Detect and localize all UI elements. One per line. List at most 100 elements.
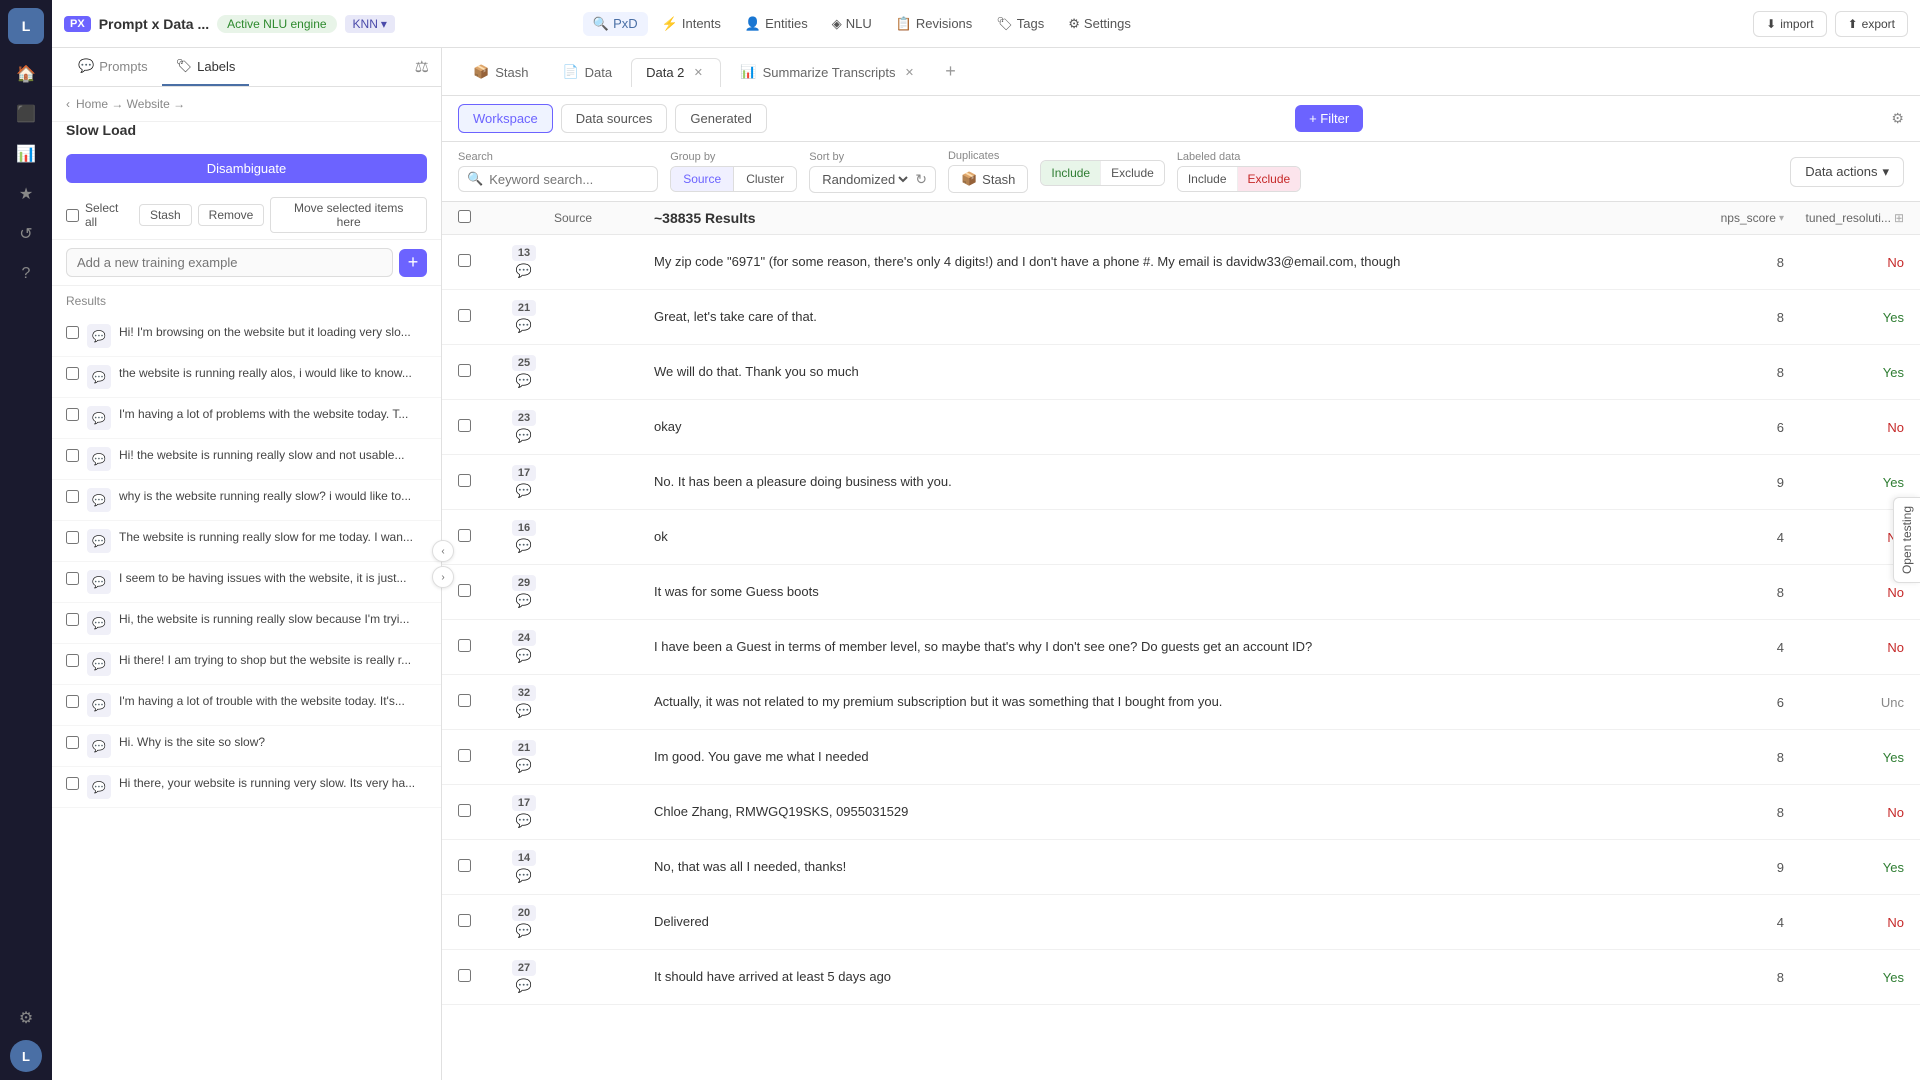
table-row[interactable]: 27💬 It should have arrived at least 5 da… bbox=[442, 950, 1920, 1005]
list-item[interactable]: 💬 why is the website running really slow… bbox=[52, 480, 441, 521]
list-item[interactable]: 💬 I seem to be having issues with the we… bbox=[52, 562, 441, 603]
nav-btn-settings[interactable]: ⚙ Settings bbox=[1058, 12, 1141, 36]
remove-btn-sm[interactable]: Remove bbox=[198, 204, 265, 226]
import-btn[interactable]: ⬇ import bbox=[1753, 11, 1826, 37]
view-options-icon[interactable]: ⚙ bbox=[1891, 110, 1904, 127]
move-selected-btn[interactable]: Move selected items here bbox=[270, 197, 427, 233]
list-item-checkbox[interactable] bbox=[66, 490, 79, 503]
tab-labels[interactable]: 🏷 Labels bbox=[162, 48, 250, 86]
list-item-checkbox[interactable] bbox=[66, 408, 79, 421]
table-select-all-checkbox[interactable] bbox=[458, 210, 471, 223]
list-item[interactable]: 💬 Hi there! I am trying to shop but the … bbox=[52, 644, 441, 685]
row-checkbox[interactable] bbox=[458, 804, 471, 817]
list-item-checkbox[interactable] bbox=[66, 777, 79, 790]
table-row[interactable]: 23💬 okay 6 No bbox=[442, 400, 1920, 455]
list-item[interactable]: 💬 Hi! the website is running really slow… bbox=[52, 439, 441, 480]
data-actions-btn[interactable]: Data actions ▾ bbox=[1790, 157, 1904, 187]
row-checkbox[interactable] bbox=[458, 364, 471, 377]
nps-column-header[interactable]: nps_score ▾ bbox=[1684, 211, 1784, 225]
tab-add-btn[interactable]: + bbox=[937, 58, 965, 86]
row-checkbox[interactable] bbox=[458, 694, 471, 707]
sort-refresh-icon[interactable]: ↻ bbox=[915, 171, 927, 188]
tab-data2-close[interactable]: ✕ bbox=[690, 65, 706, 81]
row-checkbox[interactable] bbox=[458, 419, 471, 432]
tab-data2[interactable]: Data 2 ✕ bbox=[631, 58, 721, 87]
nav-icon-chart[interactable]: 📊 bbox=[8, 136, 44, 172]
app-logo[interactable]: L bbox=[8, 8, 44, 44]
table-row[interactable]: 14💬 No, that was all I needed, thanks! 9… bbox=[442, 840, 1920, 895]
table-row[interactable]: 17💬 Chloe Zhang, RMWGQ19SKS, 0955031529 … bbox=[442, 785, 1920, 840]
list-item-checkbox[interactable] bbox=[66, 326, 79, 339]
list-item[interactable]: 💬 Hi. Why is the site so slow? bbox=[52, 726, 441, 767]
nav-icon-home[interactable]: 🏠 bbox=[8, 56, 44, 92]
nav-icon-star[interactable]: ★ bbox=[8, 176, 44, 212]
list-item[interactable]: 💬 The website is running really slow for… bbox=[52, 521, 441, 562]
row-checkbox[interactable] bbox=[458, 859, 471, 872]
sort-select[interactable]: Randomized bbox=[818, 171, 911, 188]
tab-stash[interactable]: 📦 Stash bbox=[458, 57, 543, 86]
filter-btn[interactable]: + Filter bbox=[1295, 105, 1363, 132]
nav-btn-entities[interactable]: 👤 Entities bbox=[735, 12, 818, 36]
tab-data[interactable]: 📄 Data bbox=[547, 57, 627, 86]
tuned-column-header[interactable]: tuned_resoluti... ⊞ bbox=[1784, 211, 1904, 225]
stash-main-btn[interactable]: 📦 Stash bbox=[949, 166, 1027, 192]
list-item[interactable]: 💬 the website is running really alos, i … bbox=[52, 357, 441, 398]
row-checkbox[interactable] bbox=[458, 749, 471, 762]
list-item[interactable]: 💬 I'm having a lot of trouble with the w… bbox=[52, 685, 441, 726]
nav-btn-pxd[interactable]: 🔍 PxD bbox=[583, 12, 648, 36]
group-by-source-btn[interactable]: Source bbox=[671, 167, 734, 191]
collapse-left-btn[interactable]: ‹ bbox=[66, 97, 70, 111]
stash-btn-sm[interactable]: Stash bbox=[139, 204, 192, 226]
generated-btn[interactable]: Generated bbox=[675, 104, 766, 133]
labeled-exclude-btn[interactable]: Exclude bbox=[1238, 167, 1301, 191]
disambiguate-btn[interactable]: Disambiguate bbox=[66, 154, 427, 183]
export-btn[interactable]: ⬆ export bbox=[1835, 11, 1908, 37]
labeled-include-btn[interactable]: Include bbox=[1178, 167, 1238, 191]
list-item-checkbox[interactable] bbox=[66, 695, 79, 708]
row-checkbox[interactable] bbox=[458, 529, 471, 542]
table-row[interactable]: 29💬 It was for some Guess boots 8 No bbox=[442, 565, 1920, 620]
table-row[interactable]: 13💬 My zip code "6971" (for some reason,… bbox=[442, 235, 1920, 290]
table-row[interactable]: 21💬 Great, let's take care of that. 8 Ye… bbox=[442, 290, 1920, 345]
duplicates-include-btn[interactable]: Include bbox=[1041, 161, 1101, 185]
table-row[interactable]: 16💬 ok 4 No bbox=[442, 510, 1920, 565]
list-item-checkbox[interactable] bbox=[66, 613, 79, 626]
table-row[interactable]: 17💬 No. It has been a pleasure doing bus… bbox=[442, 455, 1920, 510]
user-avatar[interactable]: L bbox=[10, 1040, 42, 1072]
list-item[interactable]: 💬 Hi! I'm browsing on the website but it… bbox=[52, 316, 441, 357]
tab-prompts[interactable]: 💬 Prompts bbox=[64, 48, 162, 86]
table-row[interactable]: 20💬 Delivered 4 No bbox=[442, 895, 1920, 950]
nav-btn-nlu[interactable]: ◈ NLU bbox=[822, 12, 882, 36]
nav-icon-settings[interactable]: ⚙ bbox=[8, 1000, 44, 1036]
nav-btn-intents[interactable]: ⚡ Intents bbox=[652, 12, 731, 36]
knn-badge[interactable]: KNN ▾ bbox=[345, 15, 395, 33]
workspace-btn[interactable]: Workspace bbox=[458, 104, 553, 133]
columns-settings-icon[interactable]: ⊞ bbox=[1894, 211, 1904, 225]
row-checkbox[interactable] bbox=[458, 309, 471, 322]
datasources-btn[interactable]: Data sources bbox=[561, 104, 668, 133]
list-item[interactable]: 💬 Hi there, your website is running very… bbox=[52, 767, 441, 808]
row-checkbox[interactable] bbox=[458, 639, 471, 652]
nav-icon-data[interactable]: ⬛ bbox=[8, 96, 44, 132]
search-input[interactable] bbox=[489, 172, 649, 187]
nav-btn-revisions[interactable]: 📋 Revisions bbox=[886, 12, 983, 36]
row-checkbox[interactable] bbox=[458, 474, 471, 487]
row-checkbox[interactable] bbox=[458, 969, 471, 982]
list-item-checkbox[interactable] bbox=[66, 572, 79, 585]
list-item[interactable]: 💬 Hi, the website is running really slow… bbox=[52, 603, 441, 644]
tab-summarize[interactable]: 📊 Summarize Transcripts ✕ bbox=[725, 57, 932, 86]
row-checkbox[interactable] bbox=[458, 254, 471, 267]
filter-icon-left[interactable]: ⚖ bbox=[415, 57, 429, 77]
select-all-checkbox[interactable] bbox=[66, 209, 79, 222]
list-item-checkbox[interactable] bbox=[66, 531, 79, 544]
tab-summarize-close[interactable]: ✕ bbox=[902, 64, 918, 80]
list-item[interactable]: 💬 I'm having a lot of problems with the … bbox=[52, 398, 441, 439]
row-checkbox[interactable] bbox=[458, 914, 471, 927]
collapse-left-arrow-down[interactable]: › bbox=[432, 566, 454, 588]
nav-btn-tags[interactable]: 🏷 Tags bbox=[986, 12, 1054, 36]
duplicates-exclude-btn[interactable]: Exclude bbox=[1101, 161, 1164, 185]
table-row[interactable]: 32💬 Actually, it was not related to my p… bbox=[442, 675, 1920, 730]
collapse-left-arrow-up[interactable]: ‹ bbox=[432, 540, 454, 562]
row-checkbox[interactable] bbox=[458, 584, 471, 597]
table-row[interactable]: 25💬 We will do that. Thank you so much 8… bbox=[442, 345, 1920, 400]
